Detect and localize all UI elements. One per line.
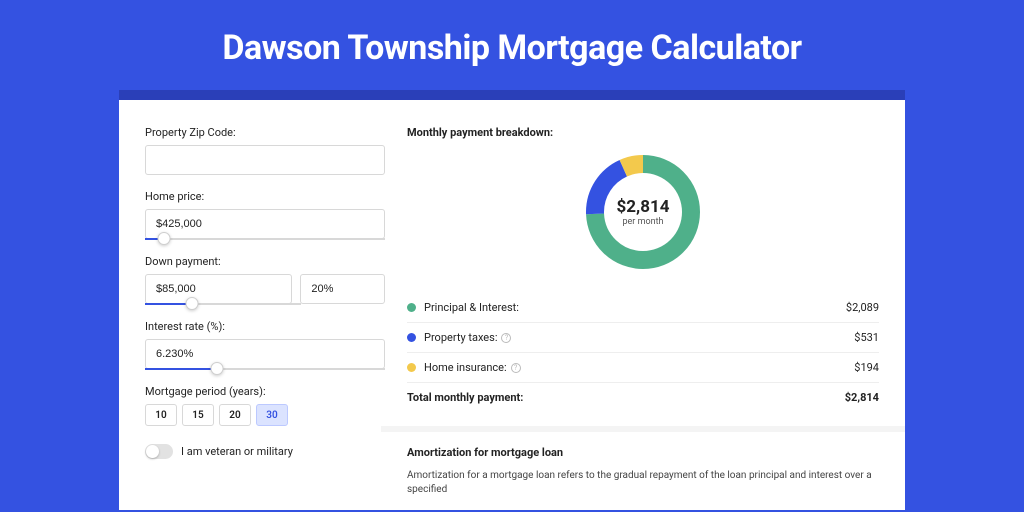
legend-dot	[407, 363, 416, 372]
veteran-toggle[interactable]	[145, 444, 173, 459]
donut-chart: $2,814 per month	[580, 149, 706, 275]
interest-rate-input[interactable]	[145, 339, 385, 369]
results-column: Monthly payment breakdown: $2,814 per mo…	[407, 126, 879, 510]
veteran-label: I am veteran or military	[181, 445, 293, 458]
zip-label: Property Zip Code:	[145, 126, 385, 139]
mortgage-period-label: Mortgage period (years):	[145, 385, 385, 398]
breakdown-total-label: Total monthly payment:	[407, 391, 845, 404]
home-price-slider-thumb[interactable]	[158, 232, 171, 245]
interest-rate-slider-thumb[interactable]	[211, 362, 224, 375]
legend-value: $531	[854, 331, 879, 344]
page-title: Dawson Township Mortgage Calculator	[0, 0, 1024, 90]
home-price-input[interactable]	[145, 209, 385, 239]
down-payment-amount-input[interactable]	[145, 274, 292, 304]
down-payment-percent-input[interactable]	[300, 274, 385, 304]
legend-label: Property taxes:?	[424, 331, 854, 344]
legend-label: Home insurance:?	[424, 361, 854, 374]
period-button-30[interactable]: 30	[256, 404, 288, 426]
interest-rate-label: Interest rate (%):	[145, 320, 385, 333]
period-button-20[interactable]: 20	[219, 404, 251, 426]
interest-rate-slider-fill	[145, 368, 217, 370]
legend-row: Home insurance:?$194	[407, 352, 879, 382]
down-payment-slider-thumb[interactable]	[185, 297, 198, 310]
home-price-slider[interactable]	[145, 238, 385, 240]
zip-input[interactable]	[145, 145, 385, 175]
donut-amount: $2,814	[617, 197, 670, 217]
home-price-label: Home price:	[145, 190, 385, 203]
zip-field: Property Zip Code:	[145, 126, 385, 175]
amortization-text: Amortization for a mortgage loan refers …	[407, 469, 879, 497]
donut-sub: per month	[622, 217, 663, 227]
info-icon[interactable]: ?	[501, 333, 511, 343]
donut-center: $2,814 per month	[580, 149, 706, 275]
donut-chart-wrap: $2,814 per month	[407, 149, 879, 275]
info-icon[interactable]: ?	[511, 363, 521, 373]
legend-value: $194	[854, 361, 879, 374]
legend-dot	[407, 333, 416, 342]
breakdown-total-value: $2,814	[845, 391, 879, 404]
amortization-title: Amortization for mortgage loan	[407, 446, 879, 459]
legend-label: Principal & Interest:	[424, 301, 846, 314]
breakdown-title: Monthly payment breakdown:	[407, 126, 879, 139]
veteran-row: I am veteran or military	[145, 444, 385, 459]
interest-rate-field: Interest rate (%):	[145, 320, 385, 370]
home-price-field: Home price:	[145, 190, 385, 240]
period-button-10[interactable]: 10	[145, 404, 177, 426]
down-payment-slider[interactable]	[145, 303, 301, 305]
amortization-section: Amortization for mortgage loan Amortizat…	[381, 426, 905, 497]
inputs-column: Property Zip Code: Home price: Down paym…	[145, 126, 385, 510]
period-button-15[interactable]: 15	[182, 404, 214, 426]
legend-row: Property taxes:?$531	[407, 322, 879, 352]
breakdown-legend: Principal & Interest:$2,089Property taxe…	[407, 293, 879, 382]
breakdown-total-row: Total monthly payment: $2,814	[407, 382, 879, 412]
mortgage-period-field: Mortgage period (years): 10152030	[145, 385, 385, 426]
legend-value: $2,089	[846, 301, 879, 314]
veteran-toggle-knob	[146, 445, 159, 458]
interest-rate-slider[interactable]	[145, 368, 385, 370]
legend-row: Principal & Interest:$2,089	[407, 293, 879, 322]
mortgage-period-options: 10152030	[145, 404, 385, 426]
legend-dot	[407, 303, 416, 312]
calculator-card: Property Zip Code: Home price: Down paym…	[119, 90, 905, 510]
down-payment-label: Down payment:	[145, 255, 385, 268]
down-payment-field: Down payment:	[145, 255, 385, 305]
